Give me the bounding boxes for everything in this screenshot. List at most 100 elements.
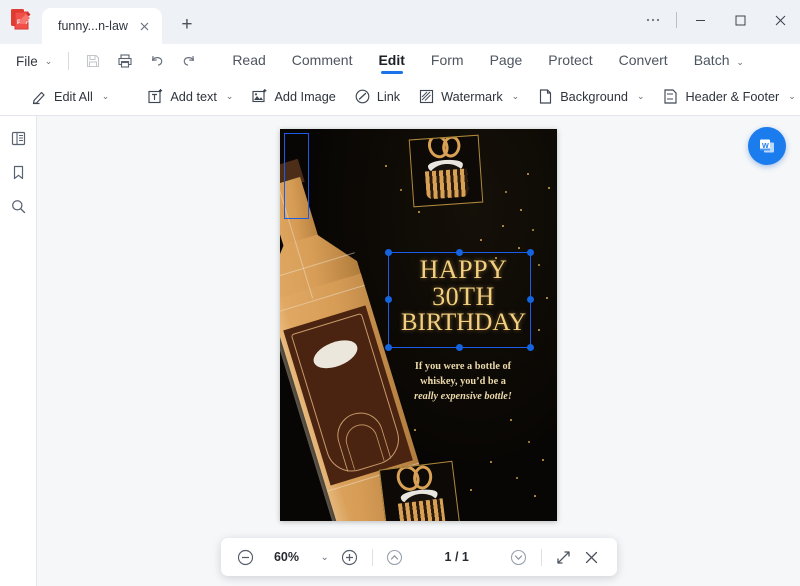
add-image-icon — [251, 88, 268, 105]
search-icon[interactable] — [4, 192, 32, 220]
pdf-logo-icon: PDF — [0, 0, 42, 44]
convert-to-word-button[interactable]: W — [748, 127, 786, 165]
add-text-icon — [147, 88, 164, 105]
subtitle-line-3: really expensive bottle! — [384, 390, 542, 405]
add-text-button[interactable]: Add text ⌄ — [138, 83, 242, 110]
close-window-button[interactable] — [760, 0, 800, 40]
page-controls-bar: 60% ⌄ 1 / 1 — [221, 538, 617, 576]
edit-all-icon — [31, 88, 48, 105]
edit-all-label: Edit All — [54, 90, 93, 104]
left-sidebar — [0, 116, 37, 586]
save-button[interactable] — [80, 48, 106, 74]
chevron-down-icon: ⌄ — [102, 91, 110, 102]
page-indicator[interactable]: 1 / 1 — [410, 550, 504, 564]
ribbon-tabs: Read Comment Edit Form Page Protect Conv… — [219, 47, 757, 75]
header-footer-icon — [662, 88, 679, 105]
headline-text[interactable]: HAPPY 30TH BIRTHDAY — [391, 257, 536, 336]
file-menu-label: File — [16, 54, 38, 69]
add-image-label: Add Image — [274, 90, 335, 104]
tab-read[interactable]: Read — [219, 47, 278, 75]
divider — [68, 52, 69, 70]
zoom-level-value[interactable]: 60% — [268, 550, 306, 564]
poster-artwork: HAPPY 30TH BIRTHDAY — [280, 129, 557, 521]
zoom-in-icon[interactable] — [337, 544, 363, 570]
chevron-down-icon: ⌄ — [637, 91, 645, 102]
bookmark-icon[interactable] — [4, 158, 32, 186]
window-controls — [633, 0, 800, 40]
chevron-down-icon: ⌄ — [736, 57, 744, 67]
tab-label: Form — [431, 52, 464, 68]
background-icon — [537, 88, 554, 105]
redo-button[interactable] — [176, 48, 202, 74]
selected-image-object[interactable] — [284, 133, 309, 219]
pdf-page[interactable]: HAPPY 30TH BIRTHDAY — [280, 129, 557, 521]
resize-handle-bm[interactable] — [456, 344, 463, 351]
edit-ribbon: Edit All ⌄ Add text ⌄ Add Image Link — [0, 78, 800, 116]
divider — [676, 12, 677, 28]
document-canvas[interactable]: HAPPY 30TH BIRTHDAY — [37, 116, 800, 586]
tab-page[interactable]: Page — [477, 47, 536, 75]
chevron-down-icon[interactable] — [506, 544, 532, 570]
cupcake-image-bottom — [379, 461, 461, 521]
zoom-out-icon[interactable] — [233, 544, 259, 570]
headline-line-2: 30TH — [391, 284, 536, 311]
chevron-down-icon[interactable]: ⌄ — [315, 552, 335, 563]
undo-button[interactable] — [144, 48, 170, 74]
watermark-icon — [418, 88, 435, 105]
maximize-button[interactable] — [720, 0, 760, 40]
tab-label: Protect — [548, 52, 592, 68]
tab-convert[interactable]: Convert — [606, 47, 681, 75]
file-menu-button[interactable]: File ⌄ — [8, 50, 60, 73]
divider — [372, 549, 373, 566]
divider — [541, 549, 542, 566]
svg-text:W: W — [762, 141, 769, 150]
resize-handle-tr[interactable] — [527, 249, 534, 256]
tab-protect[interactable]: Protect — [535, 47, 605, 75]
subtitle-text[interactable]: If you were a bottle of whiskey, you’d b… — [384, 360, 542, 405]
thumbnails-icon[interactable] — [4, 124, 32, 152]
chevron-up-icon[interactable] — [382, 544, 408, 570]
background-button[interactable]: Background ⌄ — [528, 83, 653, 110]
more-options-button[interactable] — [633, 0, 673, 40]
headline-line-1: HAPPY — [391, 257, 536, 284]
subtitle-line-1: If you were a bottle of — [384, 360, 542, 375]
close-toolbar-icon[interactable] — [579, 544, 605, 570]
print-button[interactable] — [112, 48, 138, 74]
document-tab[interactable]: funny...n-law — [42, 8, 162, 44]
tab-label: Read — [232, 52, 265, 68]
tab-label: Batch — [694, 52, 730, 68]
workspace: HAPPY 30TH BIRTHDAY — [0, 116, 800, 586]
tab-edit[interactable]: Edit — [365, 47, 417, 75]
header-footer-label: Header & Footer — [685, 90, 779, 104]
subtitle-line-2: whiskey, you’d be a — [384, 375, 542, 390]
pdf-editor-window: PDF funny...n-law + — [0, 0, 800, 586]
tab-batch[interactable]: Batch ⌄ — [681, 47, 757, 75]
header-footer-button[interactable]: Header & Footer ⌄ — [653, 83, 800, 110]
link-button[interactable]: Link — [345, 83, 409, 110]
link-label: Link — [377, 90, 400, 104]
menu-bar: File ⌄ Read Comment Edit Form Page Prote… — [0, 44, 800, 78]
edit-all-button[interactable]: Edit All ⌄ — [22, 83, 118, 110]
chevron-down-icon: ⌄ — [512, 91, 520, 102]
tab-comment[interactable]: Comment — [279, 47, 366, 75]
tab-label: Edit — [378, 52, 404, 68]
tab-label: Page — [490, 52, 523, 68]
minimize-button[interactable] — [680, 0, 720, 40]
add-text-label: Add text — [170, 90, 217, 104]
title-bar: PDF funny...n-law + — [0, 0, 800, 44]
chevron-down-icon: ⌄ — [45, 56, 53, 67]
link-icon — [354, 88, 371, 105]
resize-handle-br[interactable] — [527, 344, 534, 351]
add-image-button[interactable]: Add Image — [242, 83, 344, 110]
new-tab-button[interactable]: + — [172, 10, 202, 40]
chevron-down-icon: ⌄ — [226, 91, 234, 102]
watermark-label: Watermark — [441, 90, 503, 104]
headline-line-3: BIRTHDAY — [391, 310, 536, 336]
background-label: Background — [560, 90, 628, 104]
tab-label: Convert — [619, 52, 668, 68]
cupcake-image-top — [409, 135, 484, 208]
close-icon[interactable] — [136, 17, 154, 35]
fit-page-icon[interactable] — [551, 544, 577, 570]
watermark-button[interactable]: Watermark ⌄ — [409, 83, 528, 110]
tab-form[interactable]: Form — [418, 47, 477, 75]
